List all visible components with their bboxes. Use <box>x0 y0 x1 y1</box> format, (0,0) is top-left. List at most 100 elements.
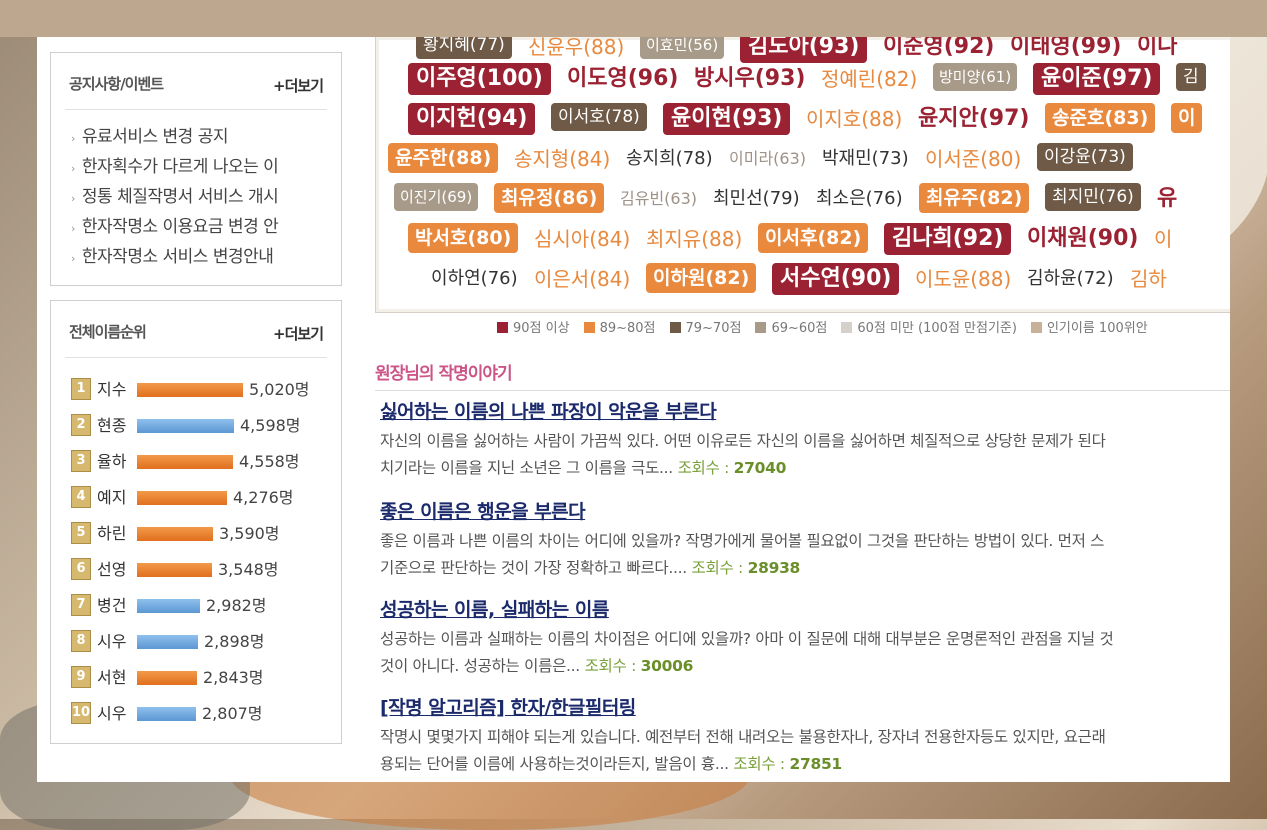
legend-swatch <box>1030 322 1042 333</box>
name-tag[interactable]: 김 <box>1176 63 1206 91</box>
ranking-row[interactable]: 8 시우 2,898명 <box>71 620 341 656</box>
name-tag[interactable]: 최민선(79) <box>713 183 800 215</box>
legend-item: 인기이름 100위안 <box>1030 321 1148 336</box>
notice-item-label: 정통 체질작명서 서비스 개시 <box>81 187 279 207</box>
notice-item[interactable]: › 정통 체질작명서 서비스 개시 <box>71 182 333 212</box>
story-headline-link[interactable]: 성공하는 이름, 실패하는 이름 <box>380 595 1230 622</box>
name-tag[interactable]: 최유주(82) <box>919 183 1030 213</box>
name-tag[interactable]: 윤지안(97) <box>918 103 1029 135</box>
name-tag[interactable]: 김하 <box>1130 263 1167 295</box>
legend-swatch <box>669 322 681 333</box>
name-tag[interactable]: 이미라(63) <box>729 143 806 175</box>
name-tag[interactable]: 이서호(78) <box>551 103 647 131</box>
name-tag[interactable]: 서수연(90) <box>772 263 900 295</box>
name-tag[interactable]: 심시아(84) <box>534 223 630 255</box>
name-tag[interactable]: 이나 <box>1137 37 1177 63</box>
background-top-strip <box>0 0 1267 37</box>
ranking-row[interactable]: 6 선영 3,548명 <box>71 548 341 584</box>
ranking-name: 시우 <box>97 704 127 723</box>
notice-item-label: 한자작명소 이용요금 변경 안 <box>81 217 279 237</box>
notice-more-link[interactable]: +더보기 <box>273 75 324 96</box>
ranking-count: 2,898명 <box>204 632 265 651</box>
name-tag[interactable]: 박재민(73) <box>822 143 909 175</box>
name-tag[interactable]: 이태영(99) <box>1010 37 1121 63</box>
name-tag[interactable]: 이주영(100) <box>408 63 551 95</box>
ranking-bar <box>137 527 213 541</box>
story-excerpt-line: 좋은 이름과 나쁜 이름의 차이는 어디에 있을까? 작명가에게 물어볼 필요없… <box>380 532 1105 550</box>
story-excerpt-text: 치기라는 이름을 지닌 소년은 그 이름을 극도... <box>380 459 673 477</box>
name-tag[interactable]: 이지헌(94) <box>408 103 536 135</box>
name-tag[interactable]: 김도아(93) <box>740 37 868 63</box>
name-tag[interactable]: 황지혜(77) <box>416 37 512 59</box>
ranking-bar <box>137 707 196 721</box>
legend-label: 90점 이상 <box>513 321 570 336</box>
notice-item[interactable]: › 한자작명소 이용요금 변경 안 <box>71 212 333 242</box>
notice-item-label: 한자작명소 서비스 변경안내 <box>81 247 274 267</box>
name-tag[interactable]: 윤이현(93) <box>663 103 791 135</box>
ranking-row[interactable]: 5 하린 3,590명 <box>71 512 341 548</box>
name-tag[interactable]: 이 <box>1154 223 1172 255</box>
story-headline-link[interactable]: [작명 알고리즘] 한자/한글필터링 <box>380 693 1230 720</box>
name-tag[interactable]: 박서호(80) <box>408 223 519 253</box>
legend-label: 89~80점 <box>599 321 656 336</box>
views-count: 27040 <box>733 459 787 477</box>
ranking-count: 5,020명 <box>249 380 310 399</box>
ranking-row[interactable]: 1 지수 5,020명 <box>71 368 341 404</box>
name-tag[interactable]: 이서후(82) <box>758 223 869 253</box>
story-excerpt-text: 것이 아니다. 성공하는 이름은... <box>380 657 580 675</box>
name-tag[interactable]: 이준영(92) <box>883 37 994 63</box>
name-tag[interactable]: 방시우(93) <box>694 63 805 95</box>
bullet-arrow-icon: › <box>71 222 75 235</box>
notice-item[interactable]: › 한자획수가 다르게 나오는 이 <box>71 152 333 182</box>
name-tag[interactable]: 정예린(82) <box>821 63 917 95</box>
name-tag[interactable]: 유 <box>1157 183 1177 215</box>
name-tag[interactable]: 이은서(84) <box>534 263 630 295</box>
name-tag[interactable]: 최지유(88) <box>646 223 742 255</box>
name-tag[interactable]: 김유빈(63) <box>620 183 697 215</box>
name-tag[interactable]: 이강윤(73) <box>1037 143 1133 171</box>
ranking-row[interactable]: 9 서현 2,843명 <box>71 656 341 692</box>
legend-label: 인기이름 100위안 <box>1046 321 1148 336</box>
ranking-row[interactable]: 10 시우 2,807명 <box>71 692 341 728</box>
name-tag[interactable]: 방미양(61) <box>933 63 1018 91</box>
name-tag[interactable]: 최소은(76) <box>816 183 903 215</box>
name-tag[interactable]: 이하원(82) <box>646 263 757 293</box>
name-tag[interactable]: 윤주한(88) <box>388 143 499 173</box>
name-tag[interactable]: 송지형(84) <box>514 143 610 175</box>
name-tag[interactable]: 송준호(83) <box>1045 103 1156 133</box>
story-item: 성공하는 이름, 실패하는 이름 성공하는 이름과 실패하는 이름의 차이점은 어… <box>380 595 1230 680</box>
notice-item[interactable]: › 유료서비스 변경 공지 <box>71 122 333 152</box>
name-cloud: 황지혜(77) 신윤우(88) 이효민(56) 김도아(93) 이준영(92) 이태영(9… <box>375 37 1230 313</box>
name-tag[interactable]: 이지호(88) <box>806 103 902 135</box>
name-tag[interactable]: 이 <box>1171 103 1203 133</box>
name-tag[interactable]: 이서준(80) <box>925 143 1021 175</box>
views-label: 조회수 : <box>677 459 730 477</box>
name-tag[interactable]: 이도윤(88) <box>915 263 1011 295</box>
ranking-row[interactable]: 7 병건 2,982명 <box>71 584 341 620</box>
name-tag[interactable]: 최지민(76) <box>1045 183 1141 211</box>
views-label: 조회수 : <box>584 657 637 675</box>
name-tag[interactable]: 이하연(76) <box>431 263 518 295</box>
notice-item[interactable]: › 한자작명소 서비스 변경안내 <box>71 242 333 272</box>
name-tag[interactable]: 이진기(69) <box>394 183 479 211</box>
name-tag[interactable]: 신윤우(88) <box>528 37 624 63</box>
ranking-row[interactable]: 4 예지 4,276명 <box>71 476 341 512</box>
ranking-row[interactable]: 2 현종 4,598명 <box>71 404 341 440</box>
name-tag[interactable]: 김나희(92) <box>884 223 1012 255</box>
story-headline-link[interactable]: 좋은 이름은 행운을 부른다 <box>380 497 1230 524</box>
name-tag[interactable]: 이효민(56) <box>640 37 725 59</box>
ranking-row[interactable]: 3 율하 4,558명 <box>71 440 341 476</box>
ranking-name: 하린 <box>97 524 127 543</box>
name-tag[interactable]: 윤이준(97) <box>1033 63 1161 95</box>
legend-swatch <box>497 322 508 333</box>
ranking-more-link[interactable]: +더보기 <box>273 323 324 344</box>
notice-box: 공지사항/이벤트 +더보기 › 유료서비스 변경 공지 › 한자획수가 다르게 나오는… <box>50 52 342 286</box>
story-headline-link[interactable]: 싫어하는 이름의 나쁜 파장이 악운을 부른다 <box>380 397 1230 424</box>
name-tag[interactable]: 이도영(96) <box>567 63 678 95</box>
name-tag[interactable]: 이채원(90) <box>1027 223 1138 255</box>
name-tag[interactable]: 송지희(78) <box>626 143 713 175</box>
legend-swatch <box>755 322 767 333</box>
name-tag[interactable]: 최유정(86) <box>494 183 605 213</box>
legend-label: 60점 미만 (100점 만점기준) <box>857 321 1017 336</box>
name-tag[interactable]: 김하윤(72) <box>1027 263 1114 295</box>
